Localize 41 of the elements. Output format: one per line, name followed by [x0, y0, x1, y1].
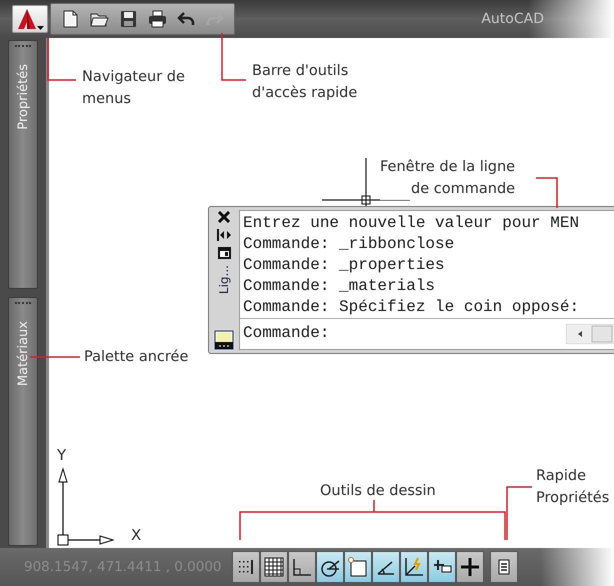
- square-icon: [347, 556, 369, 578]
- window-icon[interactable]: [218, 247, 230, 259]
- history-line: Commande: _properties: [243, 255, 446, 276]
- application-menu-button[interactable]: [12, 5, 48, 33]
- double-arrow-icon[interactable]: [217, 229, 231, 241]
- history-line: Commande: _ribbonclose: [243, 234, 456, 255]
- leader-line: [47, 38, 76, 81]
- leader-line: [536, 177, 558, 208]
- window-title: AutoCAD: [481, 11, 544, 27]
- toggle-button[interactable]: [344, 551, 372, 583]
- history-line: Entrez une nouvelle valeur pour MEN: [243, 213, 580, 234]
- history-line: Commande: Spécifiez le coin opposé:: [243, 297, 580, 318]
- toggle-button[interactable]: [316, 551, 344, 583]
- toggle-button[interactable]: [288, 551, 316, 583]
- toggle-button[interactable]: [232, 551, 260, 583]
- axis-label: Y: [57, 446, 66, 464]
- leader-line: [30, 356, 80, 358]
- close-icon[interactable]: [218, 211, 230, 223]
- caret-icon: [37, 26, 44, 30]
- command-line-field[interactable]: Commande:: [240, 319, 614, 344]
- toggle-button[interactable]: [260, 551, 288, 583]
- history-line: Commande: _materials: [243, 276, 436, 297]
- axes-lightning-icon: [403, 556, 425, 578]
- palette-tab[interactable]: Propriétés: [8, 40, 38, 289]
- window-caption: Lig...: [217, 265, 231, 294]
- toggle-button[interactable]: [428, 551, 456, 583]
- corner-icon: [291, 556, 313, 578]
- axis-label: X: [131, 526, 142, 544]
- toggle-button[interactable]: [456, 551, 484, 583]
- cross-icon: [459, 556, 481, 578]
- grid-icon: [263, 556, 285, 578]
- callout-label: Fenêtre de la ligne de commande: [380, 156, 516, 200]
- palette-tab[interactable]: Matériaux: [8, 297, 38, 546]
- toggle-button[interactable]: [400, 551, 428, 583]
- printer-icon: [147, 9, 167, 29]
- panel-icon[interactable]: [214, 330, 234, 350]
- leader-line: [221, 33, 246, 81]
- toggle-button[interactable]: [372, 551, 400, 583]
- triangle-logo-icon: [17, 8, 37, 30]
- horizontal-scrollbar[interactable]: [566, 324, 614, 344]
- toggle-button[interactable]: [490, 551, 518, 583]
